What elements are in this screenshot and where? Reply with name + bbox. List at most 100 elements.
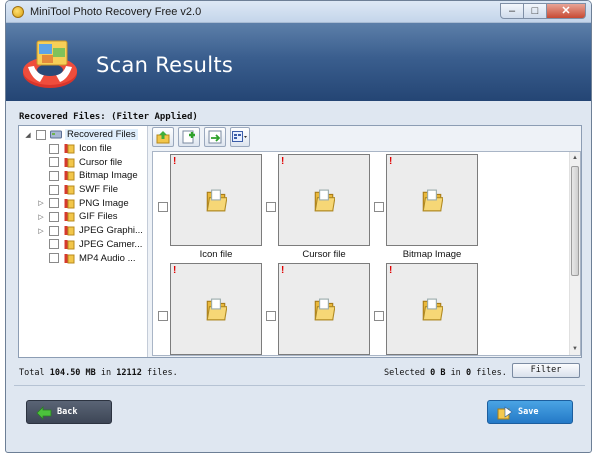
window-title: MiniTool Photo Recovery Free v2.0 bbox=[30, 6, 202, 18]
folder-icon bbox=[314, 298, 335, 321]
thumbnail-preview[interactable]: ! bbox=[386, 154, 478, 246]
expand-arrow-icon[interactable]: ▷ bbox=[37, 213, 45, 221]
warning-flag-icon: ! bbox=[173, 265, 177, 276]
recovered-files-label: Recovered Files: (Filter Applied) bbox=[19, 112, 198, 122]
add-icon bbox=[182, 130, 195, 144]
thumbnail-preview[interactable]: ! bbox=[386, 263, 478, 355]
tree-item-checkbox[interactable] bbox=[49, 225, 59, 236]
scroll-down-icon[interactable]: ▼ bbox=[570, 344, 580, 354]
tree-item-checkbox[interactable] bbox=[49, 184, 59, 195]
tree-item-label: MP4 Audio ... bbox=[79, 252, 136, 264]
file-type-folder-icon bbox=[64, 143, 75, 154]
back-label: Back bbox=[57, 407, 78, 417]
thumbnail-caption: Icon file bbox=[199, 249, 233, 260]
thumbnail-preview[interactable]: ! bbox=[278, 263, 370, 355]
filter-button[interactable]: Filter bbox=[512, 363, 580, 378]
maximize-button[interactable]: □ bbox=[523, 3, 547, 19]
warning-flag-icon: ! bbox=[389, 156, 393, 167]
tree-item-label: GIF Files bbox=[79, 211, 118, 223]
selected-in-text: in bbox=[450, 368, 461, 378]
tree-item-label: SWF File bbox=[79, 184, 119, 196]
tree-item-checkbox[interactable] bbox=[49, 198, 59, 209]
export-icon bbox=[208, 130, 222, 144]
thumbnail-grid: ! Icon file! Cursor file! Bitmap Image!!! ▲… bbox=[152, 151, 581, 356]
view-toolbar bbox=[152, 127, 254, 149]
tree-item[interactable]: Icon file bbox=[19, 142, 147, 156]
view-mode-button[interactable] bbox=[230, 127, 250, 147]
total-count: 12112 bbox=[116, 368, 142, 378]
thumbnail-checkbox[interactable] bbox=[266, 202, 276, 212]
thumbnail-checkbox[interactable] bbox=[374, 311, 384, 321]
folder-icon bbox=[206, 189, 227, 212]
tree-item-checkbox[interactable] bbox=[49, 253, 59, 264]
save-label: Save bbox=[518, 407, 539, 417]
tree-item-label: PNG Image bbox=[79, 197, 129, 209]
tree-item[interactable]: ▷ PNG Image bbox=[19, 196, 147, 210]
thumbnail-checkbox[interactable] bbox=[374, 202, 384, 212]
title-bar: MiniTool Photo Recovery Free v2.0 – □ ✕ bbox=[6, 1, 591, 23]
tree-item[interactable]: Bitmap Image bbox=[19, 169, 147, 183]
tree-item-checkbox[interactable] bbox=[49, 211, 59, 222]
tree-item-label: Cursor file bbox=[79, 156, 123, 168]
selected-suffix: files. bbox=[476, 368, 507, 378]
view-mode-icon bbox=[232, 131, 247, 142]
warning-flag-icon: ! bbox=[281, 265, 285, 276]
warning-flag-icon: ! bbox=[173, 156, 177, 167]
results-panel: ◢ Recovered Files Icon file Cursor file Bi… bbox=[18, 125, 582, 358]
tree-item[interactable]: ▷ JPEG Graphi... bbox=[19, 224, 147, 238]
selected-count: 0 bbox=[465, 368, 472, 378]
tree-root-checkbox[interactable] bbox=[36, 129, 46, 140]
tree-item-checkbox[interactable] bbox=[49, 143, 59, 154]
file-type-folder-icon bbox=[64, 211, 75, 222]
collapse-arrow-icon[interactable]: ◢ bbox=[24, 131, 32, 139]
file-type-folder-icon bbox=[64, 198, 75, 209]
file-type-tree: ◢ Recovered Files Icon file Cursor file Bi… bbox=[19, 126, 148, 357]
total-size: 104.50 MB bbox=[49, 368, 96, 378]
tree-root[interactable]: ◢ Recovered Files bbox=[19, 128, 147, 142]
app-icon bbox=[12, 6, 24, 18]
tree-item-checkbox[interactable] bbox=[49, 157, 59, 168]
thumbnail-preview[interactable]: ! bbox=[170, 154, 262, 246]
up-folder-icon bbox=[156, 131, 170, 144]
warning-flag-icon: ! bbox=[281, 156, 285, 167]
back-button[interactable]: Back bbox=[26, 400, 112, 424]
header-banner: Scan Results bbox=[6, 23, 591, 101]
tree-item-checkbox[interactable] bbox=[49, 170, 59, 181]
total-suffix: files. bbox=[147, 368, 178, 378]
folder-icon bbox=[206, 298, 227, 321]
scroll-up-icon[interactable]: ▲ bbox=[570, 153, 580, 163]
expand-arrow-icon[interactable]: ▷ bbox=[37, 199, 45, 207]
page-title: Scan Results bbox=[96, 53, 234, 77]
file-type-folder-icon bbox=[64, 239, 75, 250]
export-button[interactable] bbox=[204, 127, 226, 147]
tree-item[interactable]: ▷ GIF Files bbox=[19, 210, 147, 224]
thumbnail-checkbox[interactable] bbox=[158, 311, 168, 321]
tree-item[interactable]: Cursor file bbox=[19, 155, 147, 169]
up-folder-button[interactable] bbox=[152, 127, 174, 147]
tree-item[interactable]: SWF File bbox=[19, 183, 147, 197]
tree-item-checkbox[interactable] bbox=[49, 239, 59, 250]
save-button[interactable]: Save bbox=[487, 400, 573, 424]
file-type-folder-icon bbox=[64, 225, 75, 236]
tree-item-label: Bitmap Image bbox=[79, 170, 138, 182]
thumbnail-preview[interactable]: ! bbox=[278, 154, 370, 246]
tree-item[interactable]: JPEG Camer... bbox=[19, 238, 147, 252]
recovered-drive-icon bbox=[50, 130, 62, 139]
expand-arrow-icon[interactable]: ▷ bbox=[37, 227, 45, 235]
warning-flag-icon: ! bbox=[389, 265, 393, 276]
thumbnail-caption: Cursor file bbox=[302, 249, 346, 260]
thumbnail-checkbox[interactable] bbox=[266, 311, 276, 321]
thumbnail-checkbox[interactable] bbox=[158, 202, 168, 212]
vertical-scrollbar[interactable]: ▲ ▼ bbox=[569, 152, 580, 355]
tree-root-label: Recovered Files bbox=[65, 129, 138, 141]
thumbnail-preview[interactable]: ! bbox=[170, 263, 262, 355]
tree-item-label: JPEG Graphi... bbox=[79, 225, 143, 237]
total-status: Total 104.50 MB in 12112 files. bbox=[19, 368, 178, 378]
close-button[interactable]: ✕ bbox=[546, 3, 586, 19]
scroll-thumb[interactable] bbox=[571, 166, 579, 276]
minimize-button[interactable]: – bbox=[500, 3, 524, 19]
add-button[interactable] bbox=[178, 127, 200, 147]
back-arrow-icon bbox=[36, 406, 52, 420]
tree-item[interactable]: MP4 Audio ... bbox=[19, 251, 147, 265]
selected-size: 0 B bbox=[430, 368, 446, 378]
